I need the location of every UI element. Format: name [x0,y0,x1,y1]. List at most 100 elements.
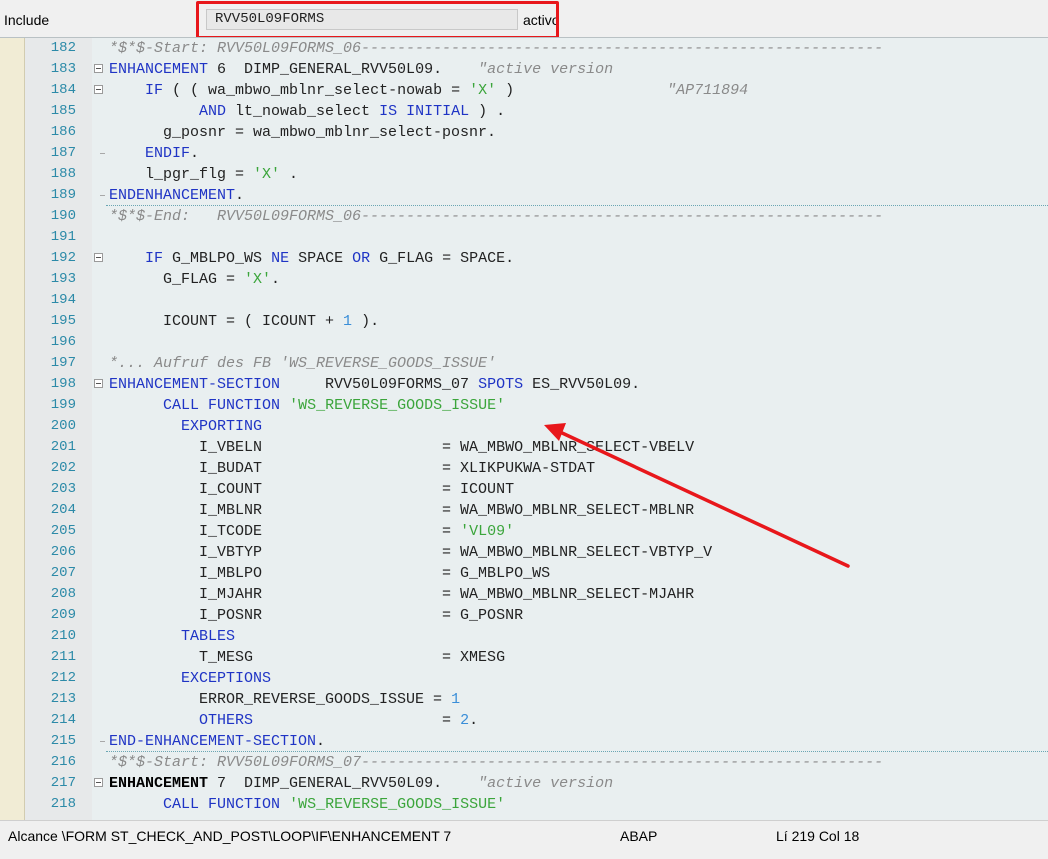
line-number: 193 [50,271,76,287]
code-token: CALL FUNCTION [163,397,281,414]
include-label: Include [4,12,50,28]
code-line[interactable]: 190 *$*$-End: RVV50L09FORMS_06-----------… [0,206,1048,227]
code-line[interactable]: 195 ICOUNT = ( ICOUNT + 1 ). [0,311,1048,332]
code-line[interactable]: 216 *$*$-Start: RVV50L09FORMS_07---------… [0,752,1048,773]
fold-end-marker [100,195,105,196]
code-line[interactable]: 218 CALL FUNCTION 'WS_REVERSE_GOODS_ISSU… [0,794,1048,815]
code-text: CALL FUNCTION 'WS_REVERSE_GOODS_ISSUE' [109,794,505,815]
code-line[interactable]: 189 ENDENHANCEMENT. [0,185,1048,206]
code-text: IF G_MBLPO_WS NE SPACE OR G_FLAG = SPACE… [109,248,514,269]
code-text: END-ENHANCEMENT-SECTION. [109,731,325,752]
code-text: OTHERS = 2. [109,710,478,731]
code-line[interactable]: 217 ENHANCEMENT 7 DIMP_GENERAL_RVV50L09. … [0,773,1048,794]
code-text: ENDENHANCEMENT. [109,185,244,206]
code-line[interactable]: 203 I_COUNT = ICOUNT [0,479,1048,500]
code-line[interactable]: 194 [0,290,1048,311]
line-number: 192 [50,250,76,266]
line-number: 215 [50,733,76,749]
code-token: "active version [478,775,614,792]
code-line[interactable]: 210 TABLES [0,626,1048,647]
code-token: 'X' [469,82,497,99]
code-editor[interactable]: 182 *$*$-Start: RVV50L09FORMS_06---------… [0,37,1048,820]
line-number: 190 [50,208,76,224]
line-number: 204 [50,502,76,518]
line-number: 212 [50,670,76,686]
code-line[interactable]: 201 I_VBELN = WA_MBWO_MBLNR_SELECT-VBELV [0,437,1048,458]
line-number: 198 [50,376,76,392]
collapse-icon[interactable] [94,85,103,94]
code-line[interactable]: 197 *... Aufruf des FB 'WS_REVERSE_GOODS_… [0,353,1048,374]
code-line[interactable]: 202 I_BUDAT = XLIKPUKWA-STDAT [0,458,1048,479]
code-token: ( ( wa_mbwo_mblnr_select-nowab = [163,82,470,99]
code-token: EXPORTING [181,418,263,435]
code-line[interactable]: 208 I_MJAHR = WA_MBWO_MBLNR_SELECT-MJAHR [0,584,1048,605]
code-line[interactable]: 211 T_MESG = XMESG [0,647,1048,668]
code-token: OTHERS [199,712,254,729]
collapse-icon[interactable] [94,253,103,262]
code-line[interactable]: 196 [0,332,1048,353]
collapse-icon[interactable] [94,64,103,73]
line-number: 183 [50,61,76,77]
code-line[interactable]: 200 EXPORTING [0,416,1048,437]
code-line[interactable]: 205 I_TCODE = 'VL09' [0,521,1048,542]
code-token: T_MESG = XMESG [109,649,506,666]
code-line[interactable]: 192 IF G_MBLPO_WS NE SPACE OR G_FLAG = S… [0,248,1048,269]
code-line[interactable]: 204 I_MBLNR = WA_MBWO_MBLNR_SELECT-MBLNR [0,500,1048,521]
code-line[interactable]: 187 ENDIF. [0,143,1048,164]
code-line[interactable]: 199 CALL FUNCTION 'WS_REVERSE_GOODS_ISSU… [0,395,1048,416]
code-line[interactable]: 207 I_MBLPO = G_MBLPO_WS [0,563,1048,584]
code-text: CALL FUNCTION 'WS_REVERSE_GOODS_ISSUE' [109,395,505,416]
code-line[interactable]: 186 g_posnr = wa_mbwo_mblnr_select-posnr… [0,122,1048,143]
code-token: . [280,166,299,183]
fold-end-marker [100,741,105,742]
code-text: *$*$-End: RVV50L09FORMS_06--------------… [109,206,883,227]
code-text: I_BUDAT = XLIKPUKWA-STDAT [109,458,595,479]
code-line[interactable]: 188 l_pgr_flg = 'X' . [0,164,1048,185]
line-number: 186 [50,124,76,140]
code-line[interactable]: 213 ERROR_REVERSE_GOODS_ISSUE = 1 [0,689,1048,710]
code-token: G_FLAG = SPACE. [370,250,515,267]
code-line[interactable]: 182 *$*$-Start: RVV50L09FORMS_06---------… [0,38,1048,59]
code-token: EXCEPTIONS [181,670,272,687]
code-text: I_COUNT = ICOUNT [109,479,514,500]
code-line[interactable]: 184 IF ( ( wa_mbwo_mblnr_select-nowab = … [0,80,1048,101]
code-token: 'VL09' [460,523,515,540]
code-line[interactable]: 214 OTHERS = 2. [0,710,1048,731]
line-number: 202 [50,460,76,476]
code-token: "AP711894 [667,82,749,99]
code-line[interactable]: 193 G_FLAG = 'X'. [0,269,1048,290]
code-line[interactable]: 215 END-ENHANCEMENT-SECTION. [0,731,1048,752]
collapse-icon[interactable] [94,778,103,787]
code-token: 'X' [244,271,272,288]
code-line[interactable]: 206 I_VBTYP = WA_MBWO_MBLNR_SELECT-VBTYP… [0,542,1048,563]
line-number: 195 [50,313,76,329]
line-number: 184 [50,82,76,98]
toolbar: Include RVV50L09FORMS activo [0,0,1048,39]
line-number: 213 [50,691,76,707]
code-text: EXPORTING [109,416,262,437]
code-token: I_MBLPO = G_MBLPO_WS [109,565,551,582]
code-token: . [316,733,326,750]
collapse-icon[interactable] [94,379,103,388]
code-line[interactable]: 191 [0,227,1048,248]
code-line[interactable]: 209 I_POSNR = G_POSNR [0,605,1048,626]
code-token: *... Aufruf des FB 'WS_REVERSE_GOODS_ISS… [109,355,497,372]
code-text: ENHANCEMENT-SECTION RVV50L09FORMS_07 SPO… [109,374,640,395]
code-token: . [271,271,281,288]
code-token: 'X' [253,166,281,183]
code-line[interactable]: 185 AND lt_nowab_select IS INITIAL ) . [0,101,1048,122]
highlight-rectangle [196,1,559,39]
code-token: END-ENHANCEMENT-SECTION [109,733,317,750]
code-token: SPOTS [478,376,524,393]
code-token: ENHANCEMENT [109,775,209,792]
code-line[interactable]: 198 ENHANCEMENT-SECTION RVV50L09FORMS_07 … [0,374,1048,395]
code-line[interactable]: 183 ENHANCEMENT 6 DIMP_GENERAL_RVV50L09. … [0,59,1048,80]
code-line[interactable]: 212 EXCEPTIONS [0,668,1048,689]
